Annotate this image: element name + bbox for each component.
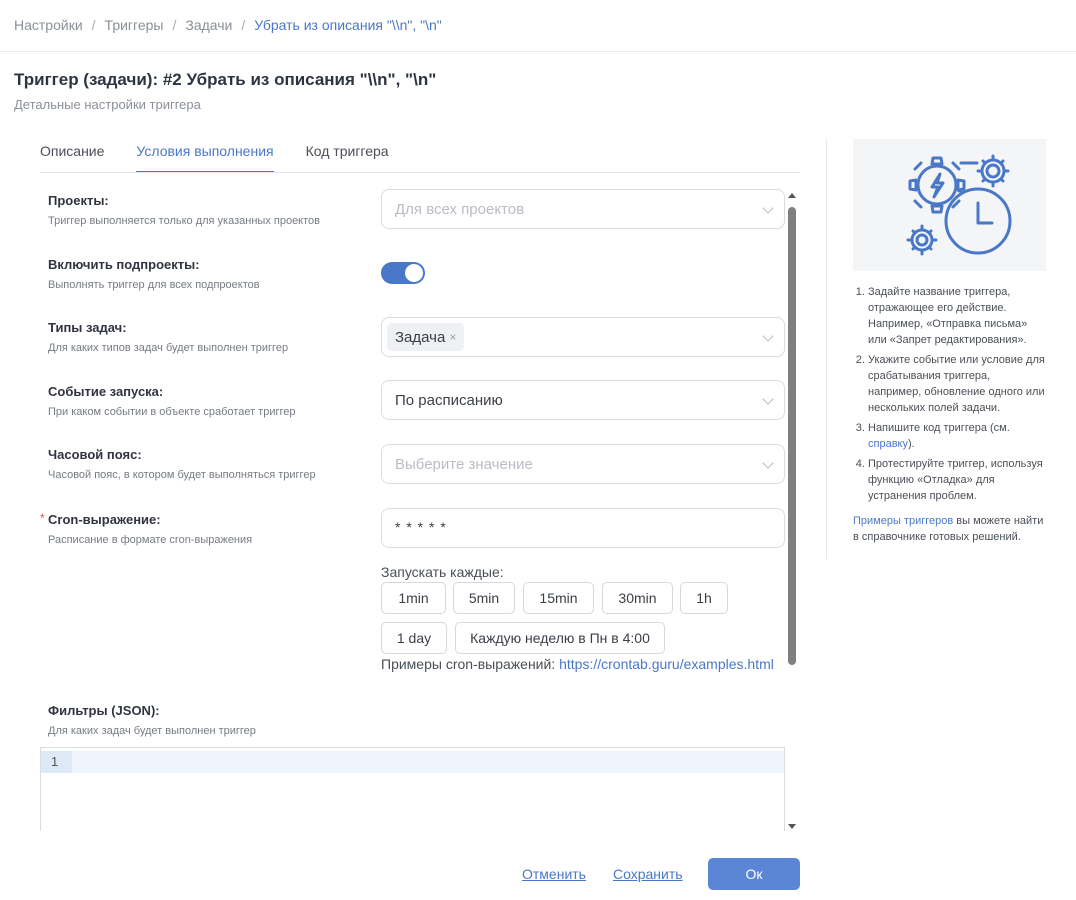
scroll-up-arrow-icon[interactable] — [788, 193, 796, 198]
chevron-down-icon — [762, 202, 774, 214]
event-label: Событие запуска: — [48, 384, 164, 399]
task-type-tag-label: Задача — [395, 328, 446, 346]
preset-weekly[interactable]: Каждую неделю в Пн в 4:00 — [455, 622, 665, 654]
breadcrumb-current: Убрать из описания "\\n", "\n" — [254, 17, 442, 33]
gears-clock-icon — [906, 154, 1012, 256]
breadcrumb-separator: / — [241, 17, 246, 33]
timezone-select[interactable]: Выберите значение — [381, 444, 785, 484]
projects-hint: Триггер выполняется только для указанных… — [48, 215, 320, 227]
preset-1min[interactable]: 1min — [381, 582, 446, 614]
tabs: Описание Условия выполнения Код триггера — [40, 140, 421, 173]
cron-label-group: * Cron-выражение: Расписание в формате c… — [40, 511, 253, 546]
task-types-select[interactable]: Задача × — [381, 317, 785, 357]
timezone-label: Часовой пояс: — [48, 447, 142, 462]
subprojects-hint: Выполнять триггер для всех подпроектов — [48, 279, 260, 291]
breadcrumb-separator: / — [172, 17, 177, 33]
run-every-label: Запускать каждые: — [381, 564, 504, 580]
ok-button[interactable]: Ок — [708, 858, 800, 890]
breadcrumb: Настройки / Триггеры / Задачи / Убрать и… — [14, 17, 442, 33]
timezone-label-group: Часовой пояс: Часовой пояс, в котором бу… — [48, 447, 316, 481]
help-link-reference[interactable]: справку — [868, 438, 908, 450]
task-type-tag: Задача × — [387, 323, 465, 351]
preset-30min[interactable]: 30min — [602, 582, 673, 614]
cron-examples-label: Примеры cron-выражений: — [381, 656, 556, 672]
chevron-down-icon — [762, 330, 774, 342]
projects-label: Проекты: — [48, 193, 109, 208]
preset-1day[interactable]: 1 day — [381, 622, 447, 654]
event-select[interactable]: По расписанию — [381, 380, 785, 420]
cron-label: Cron-выражение: — [48, 512, 161, 527]
cancel-button[interactable]: Отменить — [522, 866, 586, 882]
page-title: Триггер (задачи): #2 Убрать из описания … — [14, 70, 437, 89]
vertical-divider — [826, 139, 827, 559]
help-step-3: Напишите код триггера (см. справку). — [868, 420, 1046, 452]
form-scrollbar[interactable] — [786, 193, 798, 829]
editor-active-line — [41, 751, 784, 773]
filters-label-group: Фильтры (JSON): Для каких задач будет вы… — [48, 703, 256, 737]
save-button[interactable]: Сохранить — [613, 866, 683, 882]
task-types-label-group: Типы задач: Для каких типов задач будет … — [48, 320, 288, 354]
help-steps: Задайте название триггера, отражающее ег… — [853, 284, 1046, 508]
event-value: По расписанию — [395, 392, 503, 409]
projects-placeholder: Для всех проектов — [395, 201, 525, 218]
filters-hint: Для каких задач будет выполнен триггер — [48, 725, 256, 737]
tab-conditions[interactable]: Условия выполнения — [136, 140, 274, 173]
scroll-thumb[interactable] — [788, 207, 796, 665]
preset-15min[interactable]: 15min — [523, 582, 594, 614]
help-footer: Примеры триггеров вы можете найти в спра… — [853, 513, 1046, 545]
cron-value: * * * * * — [395, 519, 447, 535]
event-hint: При каком событии в объекте сработает тр… — [48, 406, 296, 418]
required-mark: * — [40, 511, 45, 525]
projects-label-group: Проекты: Триггер выполняется только для … — [48, 193, 320, 227]
filters-json-editor[interactable]: 1 — [40, 747, 785, 831]
help-step-3-tail: ). — [907, 438, 915, 450]
trigger-examples-link[interactable]: Примеры триггеров — [853, 515, 953, 527]
tabs-divider — [40, 172, 800, 173]
help-step-4: Протестируйте триггер, используя функцию… — [868, 456, 1046, 504]
breadcrumb-triggers[interactable]: Триггеры — [105, 17, 164, 33]
breadcrumb-separator: / — [91, 17, 96, 33]
help-step-3-text: Напишите код триггера (см. — [868, 422, 1010, 434]
close-icon[interactable]: × — [449, 330, 456, 344]
conditions-form: Проекты: Триггер выполняется только для … — [40, 189, 788, 831]
chevron-down-icon — [762, 457, 774, 469]
tab-code[interactable]: Код триггера — [306, 140, 389, 173]
toggle-knob — [405, 264, 423, 282]
trigger-illustration — [853, 139, 1046, 271]
filters-label: Фильтры (JSON): — [48, 703, 160, 718]
projects-select[interactable]: Для всех проектов — [381, 189, 785, 229]
subprojects-label: Включить подпроекты: — [48, 257, 200, 272]
preset-1h[interactable]: 1h — [680, 582, 728, 614]
subprojects-toggle[interactable] — [381, 262, 425, 284]
cron-examples: Примеры cron-выражений: https://crontab.… — [381, 656, 774, 672]
cron-hint: Расписание в формате cron-выражения — [48, 534, 253, 546]
top-divider — [0, 51, 1076, 52]
breadcrumb-settings[interactable]: Настройки — [14, 17, 83, 33]
task-types-label: Типы задач: — [48, 320, 127, 335]
page-subtitle: Детальные настройки триггера — [14, 97, 201, 112]
breadcrumb-tasks[interactable]: Задачи — [185, 17, 232, 33]
cron-examples-link[interactable]: https://crontab.guru/examples.html — [559, 656, 774, 672]
cron-input[interactable]: * * * * * — [381, 508, 785, 548]
tab-description[interactable]: Описание — [40, 140, 104, 173]
chevron-down-icon — [762, 393, 774, 405]
help-step-1: Задайте название триггера, отражающее ег… — [868, 284, 1046, 348]
timezone-placeholder: Выберите значение — [395, 456, 533, 473]
timezone-hint: Часовой пояс, в котором будет выполнятьс… — [48, 469, 316, 481]
subprojects-label-group: Включить подпроекты: Выполнять триггер д… — [48, 257, 260, 291]
scroll-down-arrow-icon[interactable] — [788, 824, 796, 829]
preset-5min[interactable]: 5min — [453, 582, 515, 614]
event-label-group: Событие запуска: При каком событии в объ… — [48, 384, 295, 418]
help-step-2: Укажите событие или условие для срабатыв… — [868, 352, 1046, 416]
task-types-hint: Для каких типов задач будет выполнен три… — [48, 342, 289, 354]
editor-line-number: 1 — [51, 754, 59, 769]
